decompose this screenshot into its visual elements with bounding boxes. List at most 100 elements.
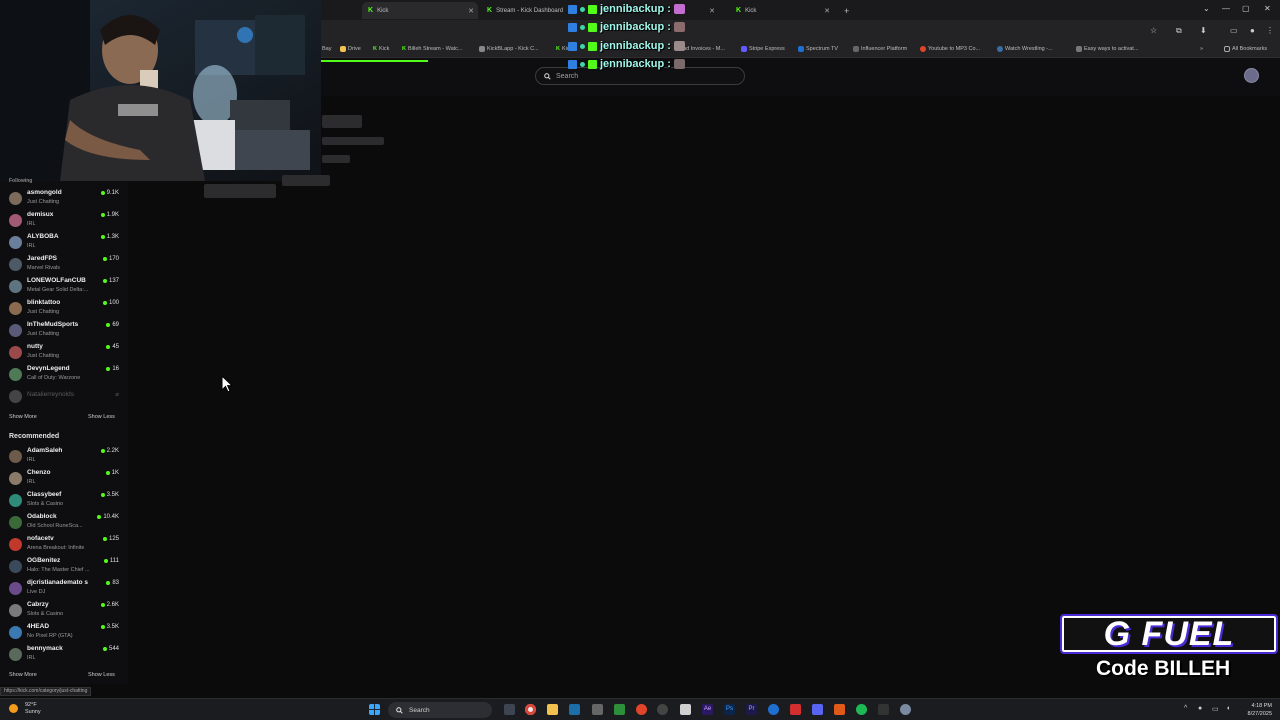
- bookmark-item[interactable]: Youtube to MP3 Co...: [920, 46, 980, 52]
- minimize-button[interactable]: —: [1222, 4, 1230, 13]
- sidebar-channel[interactable]: AdamSaleh IRL 2.2K: [0, 446, 128, 468]
- bookmark-item[interactable]: Spectrum TV: [798, 46, 838, 52]
- sidebar-icon[interactable]: ▭: [1230, 26, 1238, 35]
- sidebar-channel-offline[interactable]: Natalierreynolds ⌀: [0, 386, 128, 408]
- sidebar-channel[interactable]: OGBenitez Halo: The Master Chief ... 111: [0, 556, 128, 578]
- mouse-cursor-icon: [221, 375, 233, 393]
- profile-menu-icon[interactable]: ⌄: [1203, 4, 1210, 13]
- bookmark-item[interactable]: Stripe Express: [741, 46, 785, 52]
- app-red-icon[interactable]: [790, 704, 801, 715]
- sidebar-channel[interactable]: 4HEAD No Pixel RP (GTA) 3.5K: [0, 622, 128, 644]
- chrome-icon[interactable]: [525, 704, 536, 715]
- extensions-icon[interactable]: ⧉: [1176, 26, 1182, 36]
- xbox-icon[interactable]: [614, 704, 625, 715]
- file-explorer-icon[interactable]: [547, 704, 558, 715]
- show-less-following[interactable]: Show Less: [88, 414, 115, 420]
- status-url: https://kick.com/category/just-chatting: [0, 687, 92, 696]
- app-icon[interactable]: [680, 704, 691, 715]
- calculator-icon[interactable]: [592, 704, 603, 715]
- channel-name: Odablock: [27, 513, 57, 520]
- settings-icon[interactable]: [900, 704, 911, 715]
- weather-temp: 92°F: [25, 702, 37, 708]
- viewer-count: 3.5K: [100, 624, 119, 630]
- sidebar-channel[interactable]: LONEWOLFanCUB Metal Gear Solid Delta:... 1…: [0, 276, 128, 298]
- user-avatar[interactable]: [1244, 68, 1259, 83]
- premiere-icon[interactable]: Pr: [746, 704, 757, 715]
- stripe-icon: [741, 46, 747, 52]
- windows-start-icon[interactable]: [369, 704, 380, 715]
- app-dark-icon[interactable]: [878, 704, 889, 715]
- network-icon[interactable]: ▭: [1212, 705, 1219, 713]
- sidebar-channel[interactable]: djcristianademato s Live DJ 83: [0, 578, 128, 600]
- bookmark-item[interactable]: KKick: [373, 46, 389, 52]
- speedometer-icon[interactable]: [657, 704, 668, 715]
- sidebar-channel[interactable]: ALYBOBA IRL 1.3K: [0, 232, 128, 254]
- tab-close-icon[interactable]: ✕: [468, 7, 474, 15]
- microphone-icon[interactable]: ●: [1198, 705, 1202, 712]
- bookmark-item[interactable]: Influencer Platform: [853, 46, 907, 52]
- subscriber-badge-icon: [588, 59, 597, 69]
- maximize-button[interactable]: ▢: [1242, 4, 1250, 13]
- channel-category: IRL: [27, 243, 36, 249]
- all-bookmarks[interactable]: All Bookmarks: [1224, 46, 1267, 52]
- sidebar-channel[interactable]: blinktattoo Just Chatting 100: [0, 298, 128, 320]
- bookmark-item[interactable]: Bay: [322, 46, 331, 52]
- media-icon[interactable]: [636, 704, 647, 715]
- sidebar-channel[interactable]: Chenzo IRL 1K: [0, 468, 128, 490]
- show-more-following[interactable]: Show More: [9, 414, 37, 420]
- bookmark-item[interactable]: Drive: [340, 46, 361, 52]
- sidebar-channel[interactable]: JaredFPS Marvel Rivals 170: [0, 254, 128, 276]
- bookmark-item[interactable]: and Invoices - M...: [680, 46, 725, 52]
- menu-icon[interactable]: ⋮: [1266, 26, 1274, 35]
- taskbar-search[interactable]: Search: [388, 702, 492, 718]
- chat-overlay-line: jennibackup :: [568, 40, 685, 52]
- app-orange-icon[interactable]: [834, 704, 845, 715]
- sidebar-channel[interactable]: nofacetv Arena Breakout: Infinite 125: [0, 534, 128, 556]
- channel-name: JaredFPS: [27, 255, 57, 262]
- channel-category: Just Chatting: [27, 199, 60, 205]
- chat-username: jennibackup :: [600, 3, 671, 15]
- after-effects-icon[interactable]: Ae: [702, 704, 713, 715]
- sidebar-channel[interactable]: demisux IRL 1.9K: [0, 210, 128, 232]
- viewer-count: 83: [106, 580, 119, 586]
- bookmark-item[interactable]: Easy ways to activat...: [1076, 46, 1138, 52]
- spotify-icon[interactable]: [856, 704, 867, 715]
- sidebar-channel[interactable]: Odablock Old School RuneSca... 10.4K: [0, 512, 128, 534]
- tab-kick-2[interactable]: K Kick ✕: [730, 2, 834, 19]
- windows-taskbar: 92°F Sunny Search Ae Ps Pr ^ ● ▭ ◖ 4:18 …: [0, 698, 1280, 720]
- sidebar-channel[interactable]: nutty Just Chatting 45: [0, 342, 128, 364]
- discord-icon[interactable]: [812, 704, 823, 715]
- taskbar-clock[interactable]: 4:18 PM 8/27/2025: [1238, 702, 1272, 718]
- bookmark-item[interactable]: Watch Wrestling -...: [997, 46, 1053, 52]
- sidebar-channel[interactable]: InTheMudSports Just Chatting 69: [0, 320, 128, 342]
- weather-desc: Sunny: [25, 709, 41, 715]
- tab-kick[interactable]: K Kick ✕: [362, 2, 478, 19]
- profile-icon[interactable]: ●: [1250, 26, 1255, 35]
- tab-close-icon[interactable]: ✕: [824, 7, 830, 15]
- live-dot-icon: [102, 537, 107, 541]
- obs-like-icon[interactable]: [768, 704, 779, 715]
- sidebar-channel[interactable]: Cabrzy Slots & Casino 2.6K: [0, 600, 128, 622]
- task-view-icon[interactable]: [504, 704, 515, 715]
- star-icon[interactable]: ☆: [1150, 26, 1157, 35]
- show-less-recommended[interactable]: Show Less: [88, 672, 115, 678]
- close-window-button[interactable]: ✕: [1264, 4, 1271, 13]
- volume-icon[interactable]: ◖: [1226, 705, 1230, 712]
- date: 8/27/2025: [1247, 711, 1272, 717]
- bookmark-item[interactable]: K Billeh Stream - Watc...: [402, 46, 463, 52]
- following-title: Following: [9, 178, 33, 184]
- sidebar-channel[interactable]: bennymack IRL 544: [0, 644, 128, 666]
- bookmarks-overflow-icon[interactable]: »: [1200, 46, 1203, 52]
- show-more-recommended[interactable]: Show More: [9, 672, 37, 678]
- sidebar-channel[interactable]: asmongold Just Chatting 9.1K: [0, 188, 128, 210]
- bookmark-item[interactable]: KickBLapp - Kick C...: [479, 46, 539, 52]
- sidebar-channel[interactable]: Classybeef Slots & Casino 3.5K: [0, 490, 128, 512]
- webcam-image: [0, 0, 321, 181]
- new-tab-button[interactable]: +: [838, 2, 855, 19]
- tab-close-icon[interactable]: ✕: [709, 7, 715, 15]
- sidebar-channel[interactable]: DevynLegend Call of Duty: Warzone 16: [0, 364, 128, 386]
- steam-icon[interactable]: [569, 704, 580, 715]
- photoshop-icon[interactable]: Ps: [724, 704, 735, 715]
- tray-chevron-icon[interactable]: ^: [1184, 705, 1187, 712]
- download-icon[interactable]: ⬇: [1200, 26, 1207, 35]
